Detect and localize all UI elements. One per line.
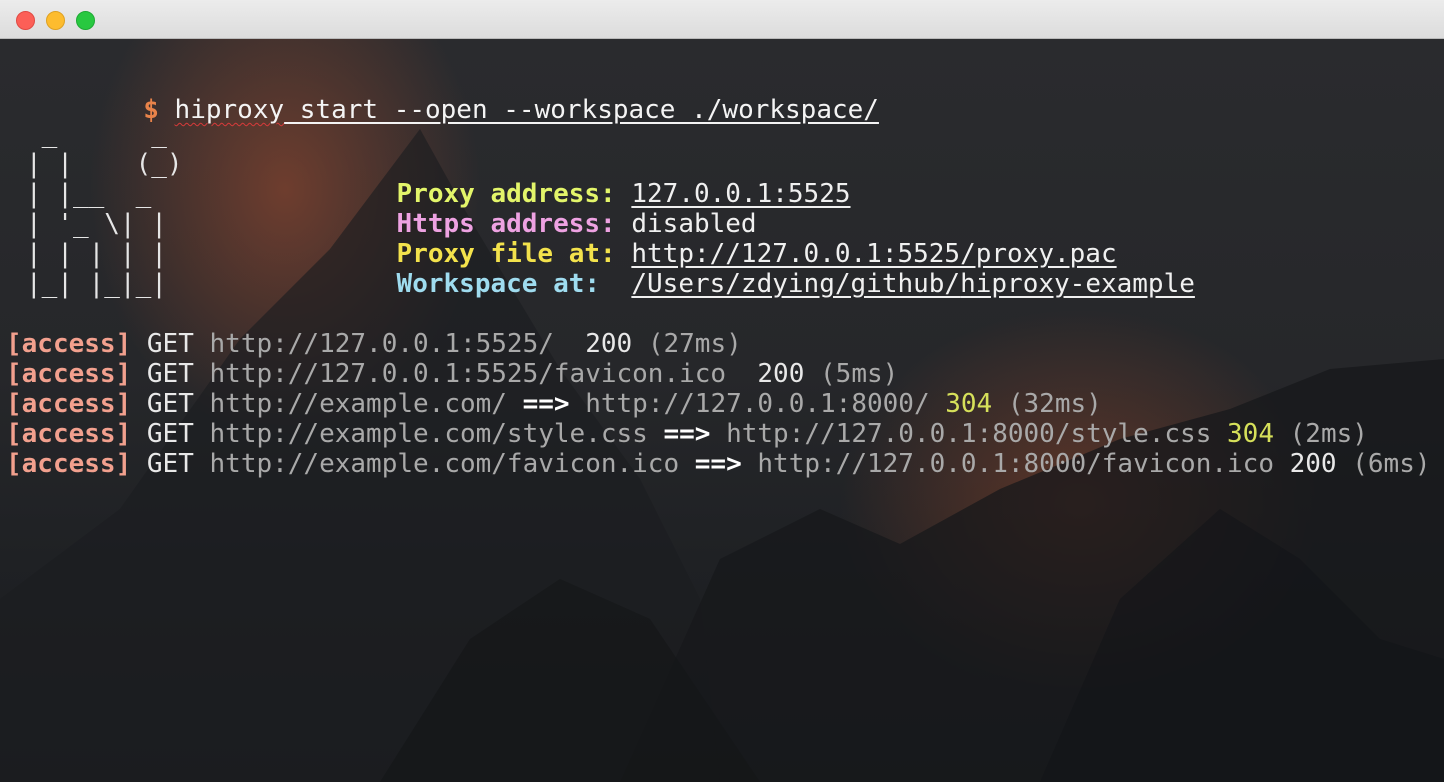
log-time: (2ms) <box>1289 419 1368 449</box>
info-workspace: Workspace at: /Users/zdying/github/hipro… <box>240 239 1195 329</box>
log-method: GET <box>146 419 194 449</box>
log-url: http://example.com/style.css <box>209 419 648 449</box>
log-line: [access] GET http://example.com/style.cs… <box>6 419 1368 449</box>
redirect-arrow: ==> <box>694 449 742 479</box>
log-target: http://127.0.0.1:8000/ <box>585 389 930 419</box>
log-time: (27ms) <box>647 329 742 359</box>
minimize-button[interactable] <box>46 11 65 30</box>
log-status: 304 <box>1227 419 1274 449</box>
ascii-line: _ _ <box>26 119 167 149</box>
info-label: Workspace at: <box>396 269 616 299</box>
command-name: hiproxy <box>174 95 285 125</box>
terminal-view[interactable]: $ hiproxy start --open --workspace ./wor… <box>0 39 1444 782</box>
close-button[interactable] <box>16 11 35 30</box>
log-line: [access] GET http://example.com/ ==> htt… <box>6 389 1102 419</box>
log-target: http://127.0.0.1:8000/favicon.ico <box>757 449 1274 479</box>
log-method: GET <box>146 449 194 479</box>
redirect-arrow: ==> <box>663 419 711 449</box>
log-url: http://example.com/favicon.ico <box>209 449 680 479</box>
title-bar[interactable] <box>0 0 1444 39</box>
log-time: (32ms) <box>1007 389 1102 419</box>
log-line: [access] GET http://127.0.0.1:5525/favic… <box>6 359 898 389</box>
workspace-path-link[interactable]: hiproxy-example <box>960 269 1195 299</box>
log-tag: [access] <box>6 359 132 389</box>
log-time: (6ms) <box>1352 449 1431 479</box>
log-url: http://example.com/ <box>209 389 507 419</box>
terminal-window: $ hiproxy start --open --workspace ./wor… <box>0 0 1444 782</box>
log-method: GET <box>146 329 194 359</box>
ascii-line: |_| |_|_| <box>26 269 167 299</box>
log-tag: [access] <box>6 389 132 419</box>
log-line: [access] GET http://127.0.0.1:5525/ 200 … <box>6 329 742 359</box>
log-status: 304 <box>945 389 993 419</box>
log-url: http://127.0.0.1:5525/favicon.ico <box>209 359 727 389</box>
ascii-line: | '_ \| | <box>26 209 167 239</box>
log-tag: [access] <box>6 329 132 359</box>
log-url: http://127.0.0.1:5525/ <box>209 329 554 359</box>
workspace-path-link[interactable]: /Users/zdying/github/ <box>631 269 960 299</box>
log-tag: [access] <box>6 419 132 449</box>
command-args: start --open --workspace ./workspace/ <box>284 95 879 125</box>
log-method: GET <box>146 389 194 419</box>
ascii-line: | | (_) <box>26 149 183 179</box>
log-method: GET <box>146 359 194 389</box>
log-line: [access] GET http://example.com/favicon.… <box>6 449 1431 479</box>
log-status: 200 <box>1289 449 1337 479</box>
log-target: http://127.0.0.1:8000/style.css <box>726 419 1212 449</box>
log-time: (5ms) <box>820 359 899 389</box>
log-tag: [access] <box>6 449 132 479</box>
maximize-button[interactable] <box>76 11 95 30</box>
redirect-arrow: ==> <box>522 389 570 419</box>
ascii-line: | |__ _ <box>26 179 152 209</box>
ascii-line: | | | | | <box>26 239 167 269</box>
log-status: 200 <box>757 359 805 389</box>
log-status: 200 <box>585 329 633 359</box>
